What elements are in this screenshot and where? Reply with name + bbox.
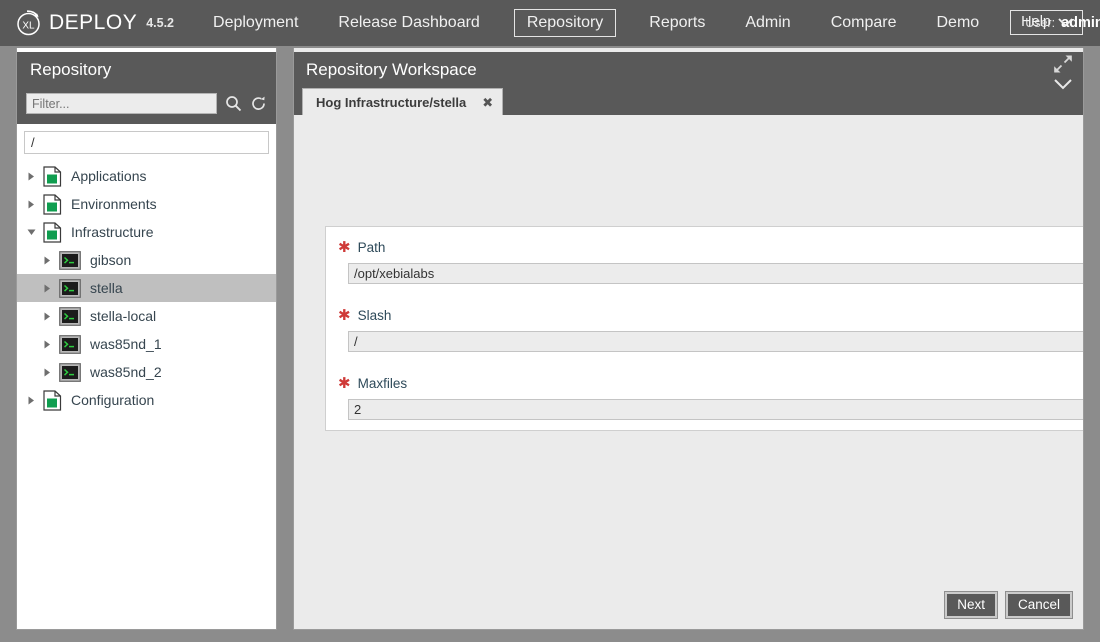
path-input[interactable] <box>348 263 1083 284</box>
chevron-right-icon[interactable] <box>43 256 52 265</box>
nav-item-admin[interactable]: Admin <box>739 11 796 35</box>
brand-name: DEPLOY <box>49 11 138 34</box>
repository-tree-area: Applications Environments Infrastr <box>17 124 276 626</box>
folder-green-icon <box>43 193 62 215</box>
tree-item-stella-local[interactable]: stella-local <box>17 302 276 330</box>
terminal-host-icon <box>59 334 81 354</box>
tree-item-configuration[interactable]: Configuration <box>17 386 276 414</box>
nav-item-demo[interactable]: Demo <box>931 11 986 35</box>
refresh-icon[interactable] <box>250 95 267 112</box>
field-maxfiles: ✱ Maxfiles <box>326 371 1083 420</box>
top-navigation-bar: XL DEPLOY 4.5.2 Deployment Release Dashb… <box>0 0 1100 46</box>
chevron-right-icon[interactable] <box>43 312 52 321</box>
chevron-right-icon[interactable] <box>43 368 52 377</box>
maxfiles-input[interactable] <box>348 399 1083 420</box>
nav-item-release-dashboard[interactable]: Release Dashboard <box>332 11 485 35</box>
svg-text:XL: XL <box>22 21 35 32</box>
workspace-body: ✱ Path ✱ Slash ✱ Maxfiles <box>294 115 1083 628</box>
search-icon[interactable] <box>225 95 242 112</box>
sidebar-title: Repository <box>30 59 112 79</box>
tree-item-label: was85nd_1 <box>90 336 162 352</box>
tree-item-label: stella-local <box>90 308 157 324</box>
tree-item-infrastructure[interactable]: Infrastructure <box>17 218 276 246</box>
chevron-right-icon[interactable] <box>27 200 36 209</box>
field-maxfiles-label-line: ✱ Maxfiles <box>326 371 1083 395</box>
nav-item-repository[interactable]: Repository <box>513 9 617 37</box>
main-nav-items: Deployment Release Dashboard Repository … <box>207 9 1013 37</box>
app-version: 4.5.2 <box>146 16 175 30</box>
chevron-right-icon[interactable] <box>43 284 52 293</box>
tree-item-label: Applications <box>71 168 147 184</box>
tree-item-label: Configuration <box>71 392 155 408</box>
nav-item-compare[interactable]: Compare <box>825 11 903 35</box>
field-label: Path <box>357 239 386 255</box>
help-label: Help <box>1021 14 1051 30</box>
field-path: ✱ Path <box>326 235 1083 284</box>
tree-item-label: was85nd_2 <box>90 364 162 380</box>
field-path-label-line: ✱ Path <box>326 235 1083 259</box>
nav-item-reports[interactable]: Reports <box>643 11 711 35</box>
cancel-button[interactable]: Cancel <box>1004 591 1074 619</box>
filter-input[interactable] <box>26 93 217 114</box>
tab-label: Hog Infrastructure/stella <box>316 94 467 110</box>
tree-item-was85nd-1[interactable]: was85nd_1 <box>17 330 276 358</box>
workspace-title: Repository Workspace <box>306 60 477 79</box>
terminal-host-icon <box>59 278 81 298</box>
workspace-tab-strip: Hog Infrastructure/stella ✖ <box>294 88 1083 115</box>
chevron-down-icon <box>1058 17 1073 27</box>
root-path-input[interactable] <box>24 131 269 154</box>
terminal-host-icon <box>59 306 81 326</box>
field-label: Maxfiles <box>357 375 408 391</box>
repository-sidebar: Repository Applications <box>16 48 277 630</box>
required-marker-icon: ✱ <box>338 373 351 392</box>
field-spacer <box>326 352 1083 371</box>
field-slash: ✱ Slash <box>326 303 1083 352</box>
terminal-host-icon <box>59 250 81 270</box>
repository-workspace-panel: Repository Workspace Hog Infrastructure/… <box>293 48 1084 630</box>
root-path-wrap <box>17 124 276 154</box>
chevron-right-icon[interactable] <box>27 396 36 405</box>
expand-arrows-icon[interactable] <box>1053 54 1073 74</box>
form-action-buttons: Next Cancel <box>936 591 1074 619</box>
xl-logo-icon: XL <box>17 10 40 36</box>
tree-item-label: Environments <box>71 196 157 212</box>
chevron-right-icon[interactable] <box>27 172 36 181</box>
tree-item-label: stella <box>90 280 123 296</box>
workspace-header: Repository Workspace <box>294 52 1083 90</box>
slash-input[interactable] <box>348 331 1083 352</box>
chevron-down-icon[interactable] <box>1053 78 1073 90</box>
folder-green-icon <box>43 389 62 411</box>
tree-item-gibson[interactable]: gibson <box>17 246 276 274</box>
tree-item-applications[interactable]: Applications <box>17 162 276 190</box>
required-marker-icon: ✱ <box>338 305 351 324</box>
tree-item-was85nd-2[interactable]: was85nd_2 <box>17 358 276 386</box>
field-slash-label-line: ✱ Slash <box>326 303 1083 327</box>
folder-green-icon <box>43 221 62 243</box>
terminal-host-icon <box>59 362 81 382</box>
repository-tree: Applications Environments Infrastructure… <box>17 162 276 414</box>
tree-item-environments[interactable]: Environments <box>17 190 276 218</box>
field-spacer <box>326 284 1083 303</box>
tab-hog-infrastructure-stella[interactable]: Hog Infrastructure/stella ✖ <box>302 88 504 115</box>
tree-item-label: gibson <box>90 252 132 268</box>
sidebar-header: Repository <box>17 52 276 87</box>
field-label: Slash <box>357 307 392 323</box>
folder-green-icon <box>43 165 62 187</box>
help-menu-button[interactable]: Help <box>1010 10 1083 35</box>
close-icon[interactable]: ✖ <box>482 96 493 109</box>
next-button[interactable]: Next <box>944 591 998 619</box>
chevron-right-icon[interactable] <box>43 340 52 349</box>
sidebar-filter-bar <box>17 87 276 124</box>
chevron-down-icon[interactable] <box>27 228 36 237</box>
workspace-header-icons <box>1053 54 1073 94</box>
tree-item-stella[interactable]: stella <box>17 274 276 302</box>
required-marker-icon: ✱ <box>338 237 351 256</box>
app-logo[interactable]: XL DEPLOY 4.5.2 <box>14 8 174 38</box>
tree-item-label: Infrastructure <box>71 224 154 240</box>
nav-item-deployment[interactable]: Deployment <box>207 11 304 35</box>
property-form-card: ✱ Path ✱ Slash ✱ Maxfiles <box>325 226 1083 431</box>
